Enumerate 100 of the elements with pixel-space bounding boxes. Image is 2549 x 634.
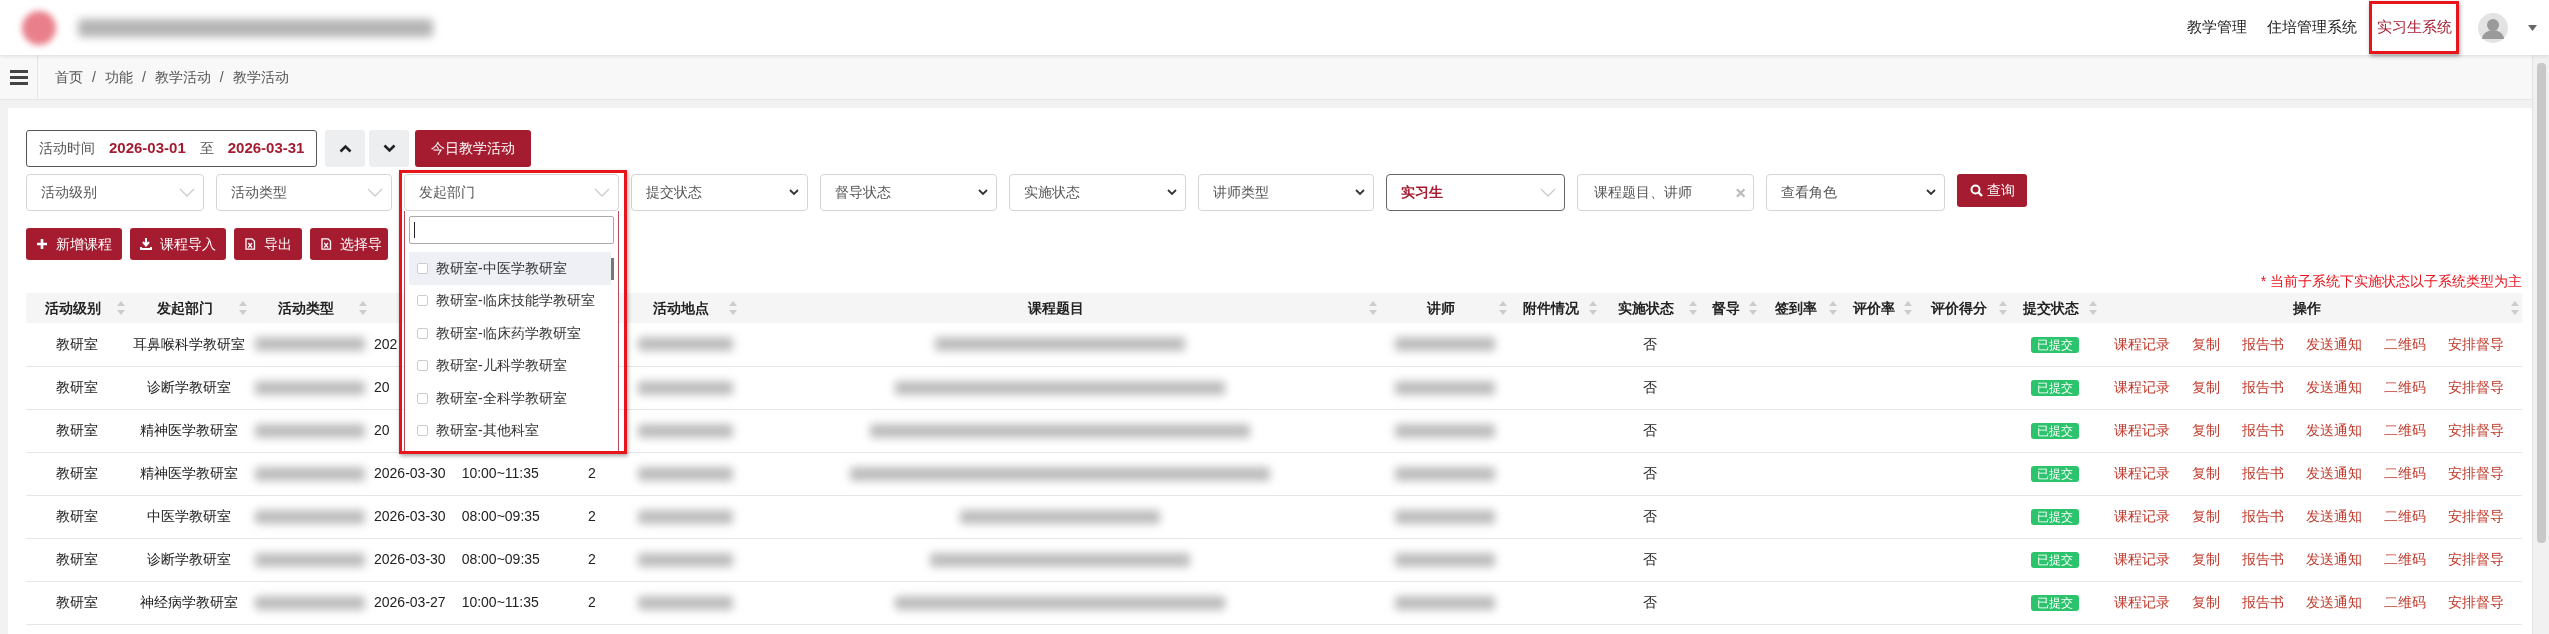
sort-icon[interactable]	[239, 301, 247, 315]
action-link[interactable]: 报告书	[2242, 420, 2284, 441]
dropdown-select[interactable]: 提交状态	[631, 174, 808, 211]
dropdown-select[interactable]: 活动级别	[26, 174, 204, 211]
sort-icon[interactable]	[1589, 301, 1597, 315]
action-link[interactable]: 课程记录	[2114, 592, 2170, 613]
action-link[interactable]: 二维码	[2384, 377, 2426, 398]
search-button[interactable]: 查询	[1957, 174, 2027, 207]
sort-icon[interactable]	[1689, 301, 1697, 315]
checkbox[interactable]	[417, 295, 428, 307]
action-link[interactable]: 复制	[2192, 377, 2220, 398]
action-link[interactable]: 二维码	[2384, 506, 2426, 527]
action-link[interactable]: 安排督导	[2448, 420, 2504, 441]
sort-icon[interactable]	[729, 301, 737, 315]
dropdown-select[interactable]: 督导状态	[820, 174, 997, 211]
dropdown-option[interactable]: 教研室-中医学教研室	[409, 252, 611, 285]
search-field[interactable]	[409, 216, 614, 244]
dropdown-select[interactable]: 实习生	[1386, 174, 1565, 211]
action-link[interactable]: 二维码	[2384, 420, 2426, 441]
action-link[interactable]: 发送通知	[2306, 549, 2362, 570]
next-button[interactable]	[369, 130, 410, 167]
action-link[interactable]: 复制	[2192, 506, 2220, 527]
action-link[interactable]: 报告书	[2242, 377, 2284, 398]
checkbox[interactable]	[417, 262, 428, 274]
page-scrollbar[interactable]	[2532, 55, 2549, 634]
menu-icon[interactable]	[9, 69, 28, 85]
action-link[interactable]: 课程记录	[2114, 549, 2170, 570]
action-link[interactable]: 二维码	[2384, 333, 2426, 355]
action-link[interactable]: 安排督导	[2448, 333, 2504, 355]
breadcrumb-item[interactable]: 教学活动	[154, 66, 211, 88]
action-link[interactable]: 课程记录	[2114, 377, 2170, 398]
action-link[interactable]: 复制	[2192, 333, 2220, 355]
action-link[interactable]: 发送通知	[2306, 377, 2362, 398]
dropdown-option[interactable]: 教研室-临床药学教研室	[409, 317, 611, 350]
dropdown-option[interactable]: 教研室-儿科学教研室	[409, 349, 611, 382]
sort-icon[interactable]	[117, 301, 125, 315]
previous-button[interactable]	[325, 130, 366, 167]
action-link[interactable]: 复制	[2192, 463, 2220, 484]
action-link[interactable]: 发送通知	[2306, 420, 2362, 441]
dropdown-option[interactable]: 教研室-临床技能学教研室	[409, 284, 611, 317]
action-link[interactable]: 发送通知	[2306, 506, 2362, 527]
checkbox[interactable]	[417, 425, 428, 437]
clear-icon[interactable]	[1735, 187, 1745, 198]
action-link[interactable]: 安排督导	[2448, 377, 2504, 398]
toolbar-button[interactable]: 选择导	[310, 228, 388, 260]
sort-icon[interactable]	[2511, 301, 2519, 315]
action-link[interactable]: 课程记录	[2114, 463, 2170, 484]
breadcrumb-item[interactable]: 功能	[104, 66, 133, 88]
action-link[interactable]: 复制	[2192, 549, 2220, 570]
action-link[interactable]: 复制	[2192, 592, 2220, 613]
sort-icon[interactable]	[2089, 301, 2097, 315]
date-range-field[interactable]: 活动时间 2026-03-01 至 2026-03-31	[26, 130, 318, 167]
action-link[interactable]: 发送通知	[2306, 333, 2362, 355]
sort-icon[interactable]	[359, 301, 367, 315]
action-link[interactable]: 报告书	[2242, 333, 2284, 355]
action-link[interactable]: 发送通知	[2306, 463, 2362, 484]
action-link[interactable]: 报告书	[2242, 592, 2284, 613]
action-link[interactable]: 课程记录	[2114, 333, 2170, 355]
sort-icon[interactable]	[1369, 301, 1377, 315]
action-link[interactable]: 安排督导	[2448, 592, 2504, 613]
checkbox[interactable]	[417, 360, 428, 372]
action-link[interactable]: 课程记录	[2114, 506, 2170, 527]
breadcrumb-item[interactable]: 首页	[55, 66, 83, 88]
toolbar-button[interactable]: 新增课程	[26, 228, 122, 260]
checkbox[interactable]	[417, 327, 428, 339]
action-link[interactable]: 报告书	[2242, 549, 2284, 570]
sort-icon[interactable]	[1499, 301, 1507, 315]
sort-icon[interactable]	[1749, 301, 1757, 315]
sort-icon[interactable]	[1999, 301, 2007, 315]
today-button[interactable]: 今日教学活动	[415, 130, 532, 167]
sort-icon[interactable]	[1829, 301, 1837, 315]
action-link[interactable]: 报告书	[2242, 506, 2284, 527]
action-link[interactable]: 安排督导	[2448, 549, 2504, 570]
dropdown-select[interactable]: 发起部门	[404, 174, 619, 211]
action-link[interactable]: 发送通知	[2306, 592, 2362, 613]
toolbar-button[interactable]: 导出	[234, 228, 302, 260]
sort-icon[interactable]	[1904, 301, 1912, 315]
dropdown-select[interactable]: 活动类型	[216, 174, 392, 211]
action-link[interactable]: 复制	[2192, 420, 2220, 441]
nav-link[interactable]: 教学管理	[2187, 18, 2247, 36]
action-link[interactable]: 安排督导	[2448, 506, 2504, 527]
search-field[interactable]: 课程题目、讲师	[1577, 174, 1754, 211]
action-link[interactable]: 课程记录	[2114, 420, 2170, 441]
toolbar-button[interactable]: 课程导入	[130, 228, 226, 260]
checkbox[interactable]	[417, 392, 428, 404]
search-input[interactable]: 课程题目、讲师	[1592, 181, 1736, 204]
nav-link[interactable]: 实习生系统	[2377, 18, 2452, 36]
avatar-icon[interactable]	[2478, 12, 2508, 43]
dropdown-option[interactable]: 教研室-其他科室	[409, 414, 611, 447]
action-link[interactable]: 二维码	[2384, 549, 2426, 570]
dropdown-select[interactable]: 讲师类型	[1198, 174, 1374, 211]
dropdown-option[interactable]: 教研室-全科学教研室	[409, 382, 611, 415]
action-link[interactable]: 安排督导	[2448, 463, 2504, 484]
action-link[interactable]: 报告书	[2242, 463, 2284, 484]
action-link[interactable]: 二维码	[2384, 592, 2426, 613]
dropdown-select[interactable]: 查看角色	[1766, 174, 1945, 211]
caret-icon[interactable]	[2528, 24, 2537, 31]
dropdown-select[interactable]: 实施状态	[1009, 174, 1186, 211]
nav-link[interactable]: 住培管理系统	[2267, 18, 2357, 36]
action-link[interactable]: 二维码	[2384, 463, 2426, 484]
